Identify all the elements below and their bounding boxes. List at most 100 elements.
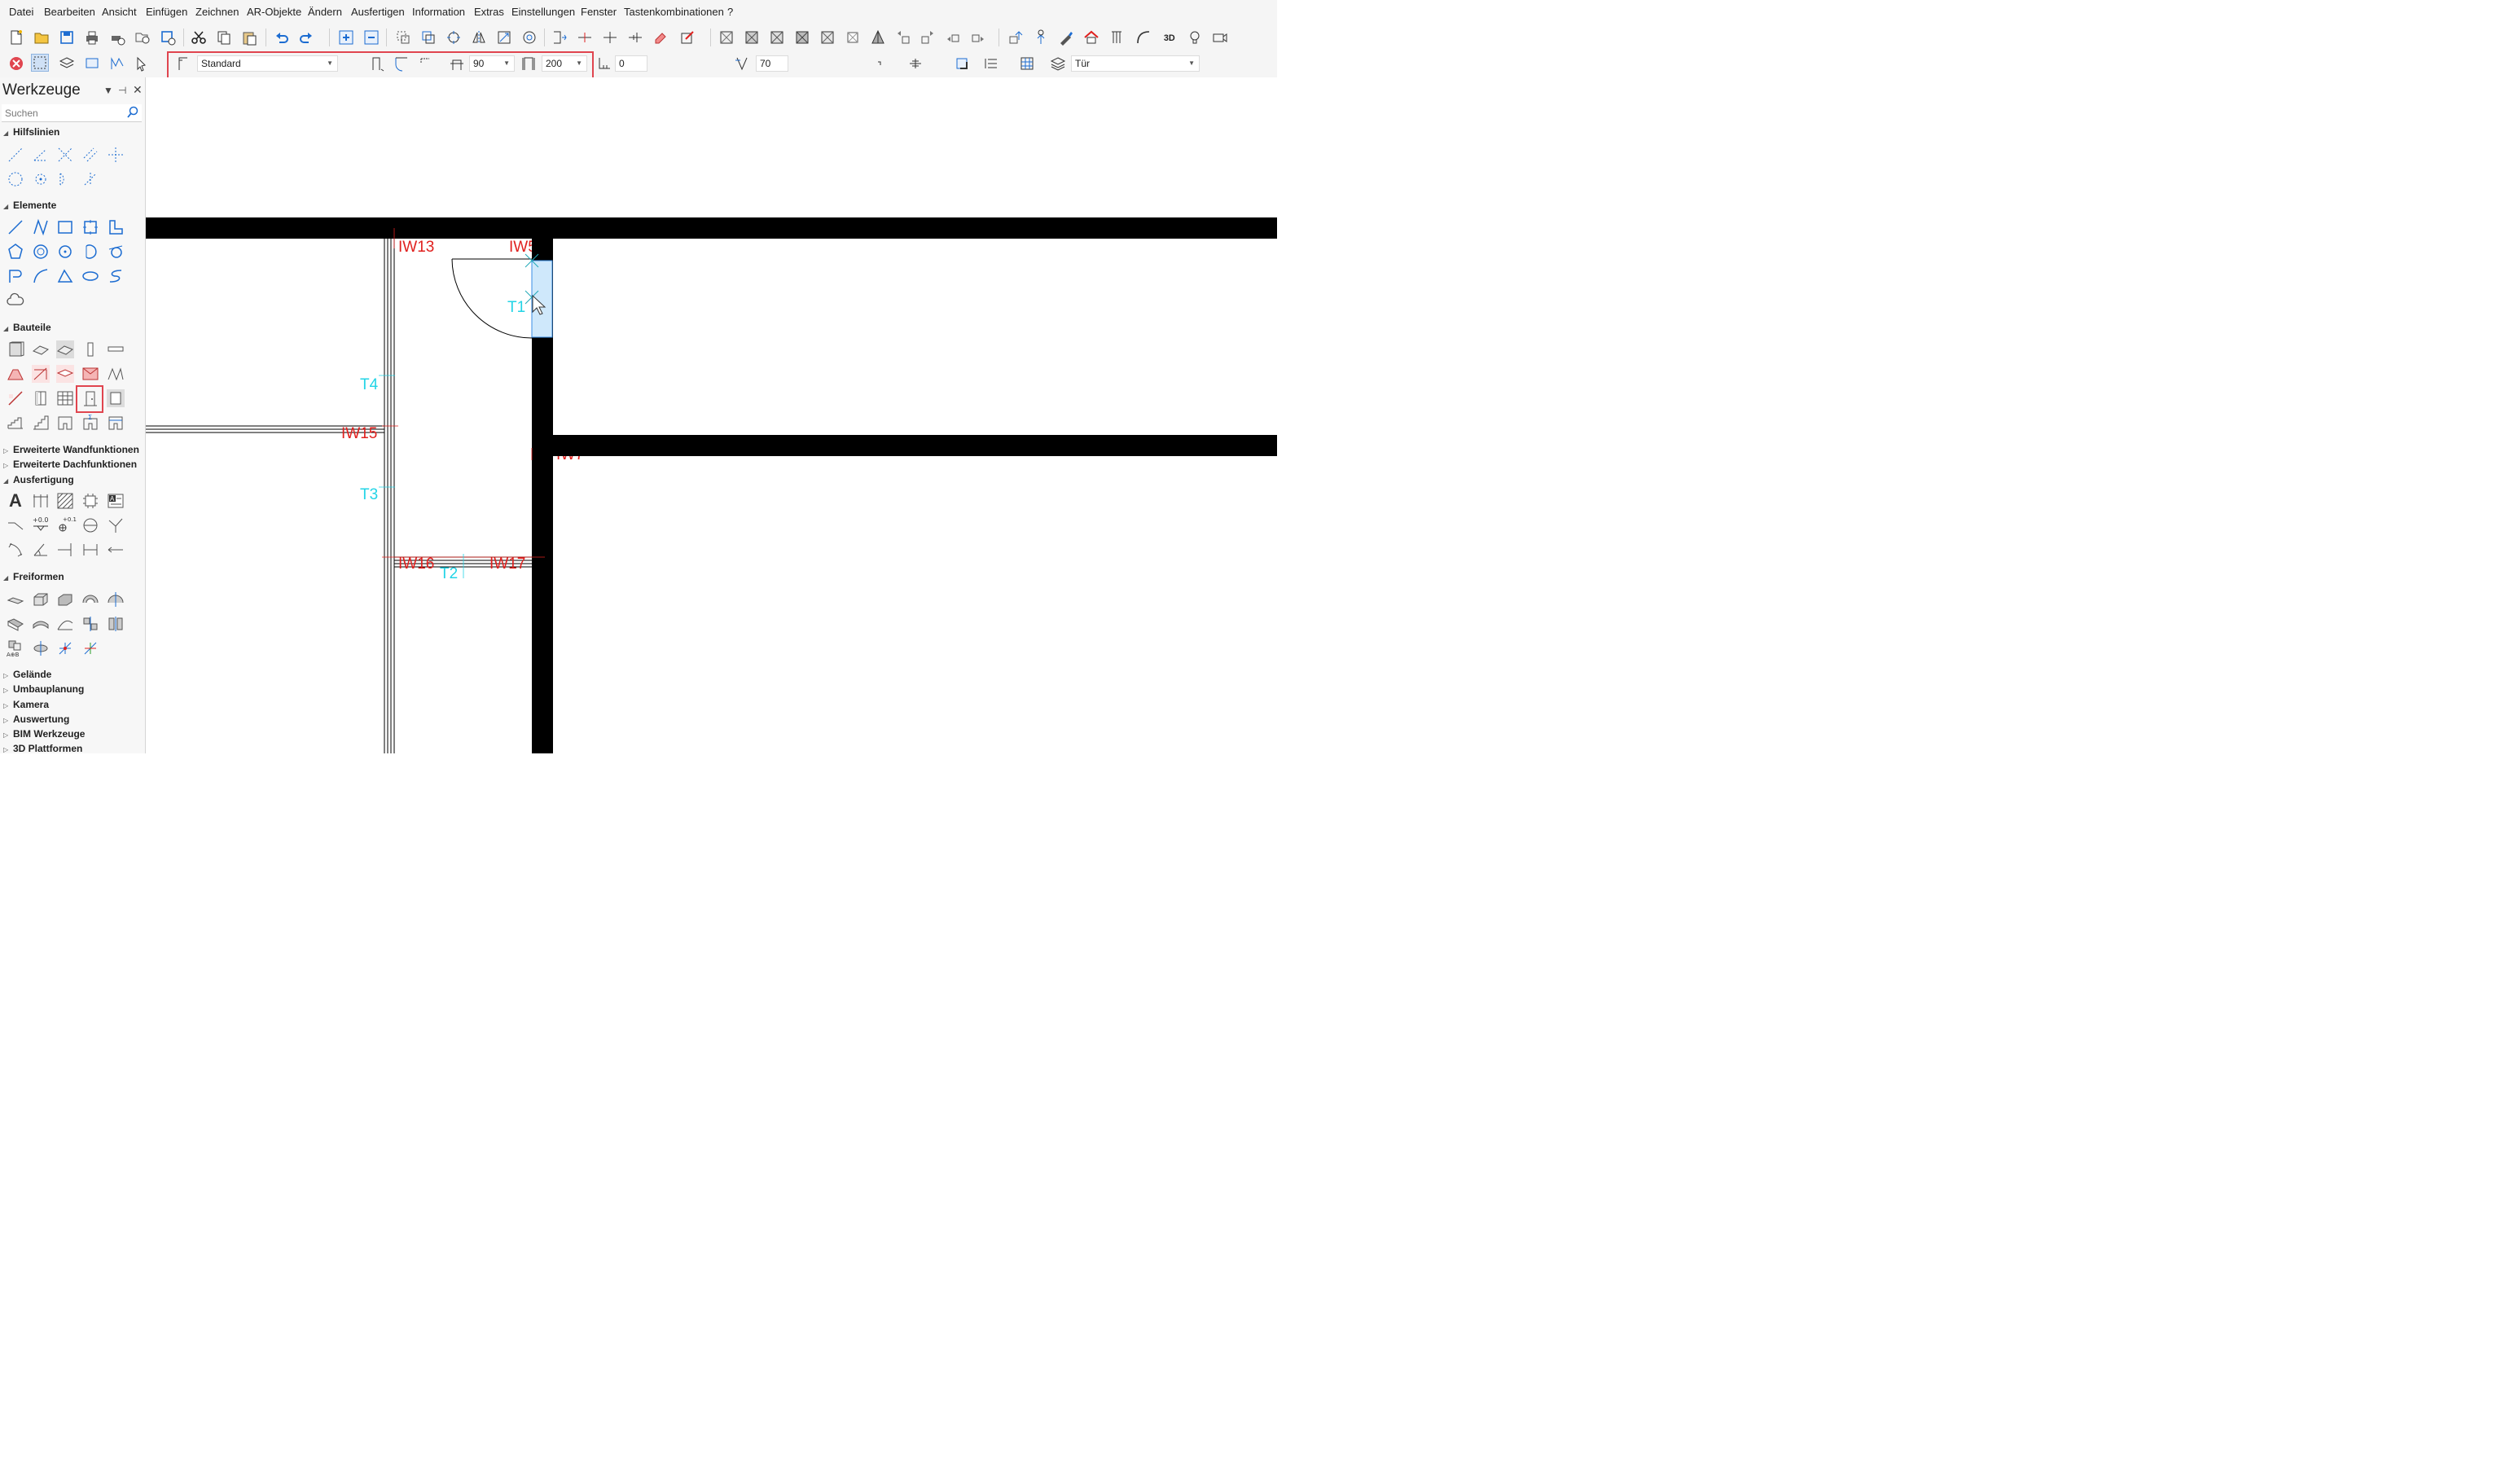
wall-label-iw17[interactable]: IW17 [489,555,525,573]
arc-triangle-icon[interactable] [55,266,75,286]
view-iso-4-icon[interactable] [969,29,987,46]
intersect-icon[interactable] [31,639,50,658]
dormer-icon[interactable] [55,364,75,384]
wall-label-iw7[interactable]: IW7 [556,456,584,463]
array-icon[interactable] [520,29,538,46]
redo-icon[interactable] [297,29,315,46]
exterior-wall-top[interactable] [146,217,1277,239]
ellipse-icon[interactable] [81,266,100,286]
menu-ansicht[interactable]: Ansicht [102,6,137,18]
slab-icon[interactable] [31,340,50,359]
revolve-axis-icon[interactable] [106,590,125,609]
door-label-t3[interactable]: T3 [360,486,378,504]
panel-dropdown-icon[interactable]: ▼ [103,85,113,96]
angle-dimension-icon[interactable] [31,540,50,560]
trim-icon[interactable] [601,29,619,46]
table-icon[interactable] [1018,55,1036,72]
width-field[interactable]: 90 ▼ [469,55,515,72]
opening-icon[interactable] [106,389,125,408]
mirror-body-icon[interactable] [106,614,125,634]
wall-label-iw13[interactable]: IW13 [398,239,434,257]
display-icon[interactable] [83,55,101,72]
rotate-icon[interactable] [445,29,463,46]
selection-mode-icon[interactable] [31,54,49,72]
stair-run-icon[interactable] [31,413,50,432]
anchor-icon[interactable] [906,55,924,72]
guide-arc-icon[interactable] [55,169,75,189]
menu-help[interactable]: ? [727,6,733,18]
refresh-view-icon[interactable] [1032,29,1050,46]
width-icon[interactable] [448,55,466,72]
area-icon[interactable] [106,413,125,432]
guide-perpendicular-icon[interactable] [55,145,75,165]
extend-icon[interactable] [626,29,644,46]
menu-extras[interactable]: Extras [474,6,504,18]
height-icon[interactable] [520,55,538,72]
window-icon[interactable] [31,389,50,408]
floor-icon[interactable] [55,340,75,359]
style-dropdown[interactable]: Standard ▼ [197,55,338,72]
view-left-icon[interactable] [793,29,811,46]
rectangle-icon[interactable] [55,217,75,237]
mirror-icon[interactable] [470,29,488,46]
light-bulb-icon[interactable] [1186,29,1204,46]
angle-field[interactable]: 70 [756,55,788,72]
section-freiformen[interactable]: ◢ Freiformen [3,571,64,582]
height-field[interactable]: 200 ▼ [542,55,587,72]
scale-icon[interactable] [495,29,513,46]
angle-icon[interactable] [733,55,751,72]
view-back-icon[interactable] [768,29,786,46]
modify-icon[interactable] [678,29,696,46]
roof-plane-icon[interactable] [31,364,50,384]
wall-label-iw15[interactable]: IW15 [341,425,377,443]
stretch-icon[interactable] [551,29,568,46]
stair-icon[interactable] [6,413,25,432]
menu-bearbeiten[interactable]: Bearbeiten [44,6,95,18]
level-marker-icon[interactable]: +0.0 [31,516,50,535]
section-erweiterte-wandfunktionen[interactable]: ▷ Erweiterte Wandfunktionen [3,444,139,455]
zoom-in-icon[interactable] [337,29,355,46]
menu-information[interactable]: Information [412,6,465,18]
polyline-icon[interactable] [31,217,50,237]
section-ausfertigung[interactable]: ◢ Ausfertigung [3,474,74,485]
view-iso-3-icon[interactable] [944,29,962,46]
section-bauteile[interactable]: ◢ Bauteile [3,322,51,333]
door-label-t1[interactable]: T1 [507,299,525,317]
guide-tangent-icon[interactable] [81,169,100,189]
line-icon[interactable] [6,217,25,237]
menu-aendern[interactable]: Ändern [308,6,342,18]
section-kamera[interactable]: ▷ Kamera [3,699,49,710]
guide-cross-icon[interactable] [106,145,125,165]
zoom-out-icon[interactable] [362,29,380,46]
dimension-icon[interactable] [31,491,50,511]
cancel-icon[interactable] [7,55,25,72]
view-iso-2-icon[interactable] [919,29,937,46]
door-label-t2[interactable]: T2 [440,565,458,583]
polyline-arc-icon[interactable] [6,266,25,286]
symbol-icon[interactable] [81,491,100,511]
view-front-icon[interactable] [743,29,761,46]
room-sum-icon[interactable]: Σ [81,413,100,432]
save-as-icon[interactable] [159,29,177,46]
snap-icon[interactable] [108,55,126,72]
elevation-point-icon[interactable]: +0.1 [55,516,77,535]
section-3d-plattformen[interactable]: ▷ 3D Plattformen [3,743,82,754]
roof-icon[interactable] [6,364,25,384]
section-hilfslinien[interactable]: ◢ Hilfslinien [3,126,59,138]
room-icon[interactable] [55,413,75,432]
eraser-icon[interactable] [652,29,669,46]
ucs-icon[interactable] [55,639,75,658]
offset-field[interactable]: 0 [615,55,647,72]
door-swing-icon[interactable] [393,55,410,72]
text-block-icon[interactable]: A [106,491,125,511]
menu-tastenkombinationen[interactable]: Tastenkombinationen [624,6,724,18]
wall-label-iw16[interactable]: IW16 [398,555,434,573]
section-gelaende[interactable]: ▷ Gelände [3,669,51,680]
panel-pin-icon[interactable]: ⊣ [118,85,126,96]
layer-dropdown[interactable]: Tür ▼ [1071,55,1200,72]
circle-icon[interactable] [55,242,75,261]
layers-icon[interactable] [58,55,76,72]
section-auswertung[interactable]: ▷ Auswertung [3,713,69,725]
menu-einstellungen[interactable]: Einstellungen [511,6,575,18]
guide-angle-icon[interactable] [31,145,50,165]
